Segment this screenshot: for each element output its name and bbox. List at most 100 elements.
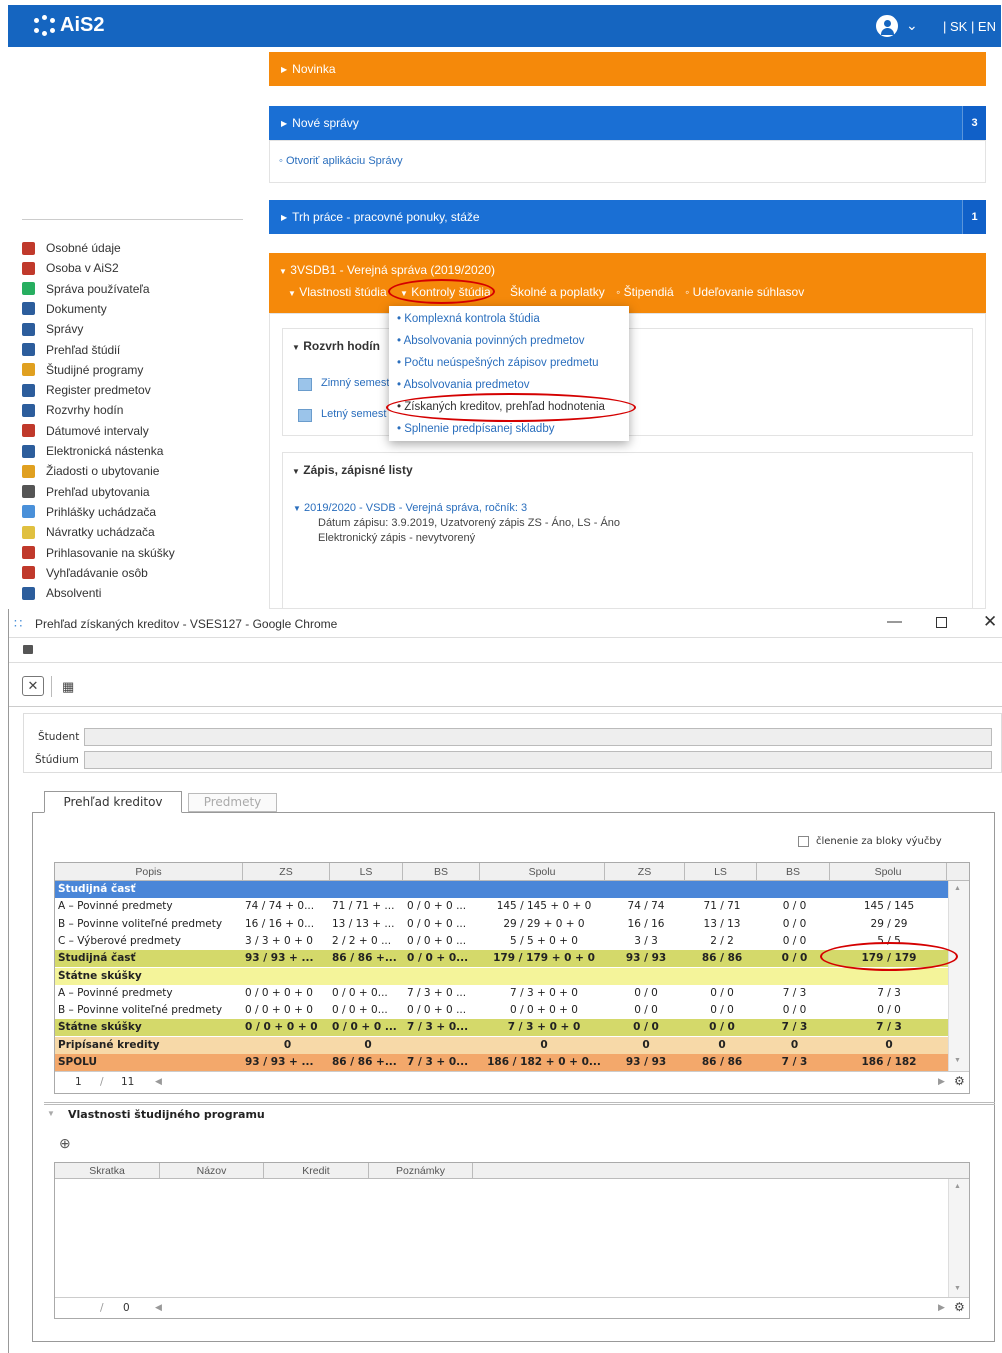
caret-down-icon[interactable]: ▼ [47, 1109, 55, 1118]
minimize-icon[interactable]: — [887, 613, 902, 630]
language-switch[interactable]: | SK | EN [943, 19, 996, 34]
sidebar-item[interactable]: Elektronická nástenka [22, 442, 163, 460]
splitter[interactable] [44, 1102, 995, 1105]
col-header[interactable]: Spolu [830, 863, 947, 881]
col-header[interactable]: ZS [243, 863, 330, 881]
sidebar-item[interactable]: Správy [22, 320, 83, 338]
menu-item-povinnych[interactable]: • Absolvovania povinných predmetov [397, 335, 585, 347]
zapis-item[interactable]: ▼ 2019/2020 - VSDB - Verejná správa, roč… [293, 502, 527, 514]
rozvrh-title[interactable]: ▼ Rozvrh hodín [292, 339, 380, 353]
pager-current[interactable]: 1 [75, 1076, 82, 1088]
table-row[interactable]: Štátne skúšky [55, 967, 948, 985]
table-row[interactable]: B – Povinne voliteľné predmety 0 / 0 + 0 … [55, 1002, 948, 1020]
table-row[interactable]: C – Výberové predmety 3 / 3 + 0 + 0 2 / 2 … [55, 932, 948, 950]
col-header[interactable]: Názov [160, 1163, 264, 1179]
close-window-icon[interactable]: ✕ [983, 612, 997, 632]
sidebar-item-icon [22, 302, 35, 316]
sidebar-item-icon [22, 485, 35, 499]
menu-item-neuspesnych[interactable]: • Počtu neúspešných zápisov predmetu [397, 357, 599, 369]
panel-novinka[interactable]: ▶ Novinka [269, 52, 986, 86]
sidebar-item[interactable]: Správa používateľa [22, 280, 150, 298]
col-header[interactable]: LS [685, 863, 757, 881]
table-cell: 2 / 2 [710, 934, 734, 947]
sidebar-item[interactable]: Návratky uchádzača [22, 523, 155, 541]
sidebar-item[interactable]: Rozvrhy hodín [22, 401, 123, 419]
table-row[interactable]: A – Povinné predmety 0 / 0 + 0 + 0 0 / 0 +… [55, 984, 948, 1002]
gear-icon[interactable]: ⚙ [954, 1074, 965, 1088]
table-settings-icon[interactable]: ▦ [62, 679, 74, 695]
sidebar-item[interactable]: Register predmetov [22, 381, 151, 399]
table-row[interactable]: B – Povinne voliteľné predmety 16 / 16 + … [55, 915, 948, 933]
table-row[interactable]: Štátne skúšky 0 / 0 + 0 + 0 0 / 0 + 0 ... 7… [55, 1019, 948, 1037]
zoom-in-icon[interactable]: ⊕ [59, 1135, 71, 1152]
table-row[interactable]: Pripísané kredity 0 0 0 0 0 0 0 [55, 1036, 948, 1054]
rozvrh-letny-link[interactable]: Letný semest [321, 408, 386, 420]
subnav-stipendia[interactable]: ◦ Štipendiá [616, 285, 674, 299]
sidebar-item[interactable]: Vyhľadávanie osôb [22, 564, 148, 582]
subnav-skolne[interactable]: Školné a poplatky [510, 285, 605, 299]
table-row[interactable]: Študijná časť 93 / 93 + ... 86 / 86 +... 0 … [55, 950, 948, 968]
studium-field[interactable] [84, 751, 992, 769]
study-title[interactable]: ▼ 3VSDB1 - Verejná správa (2019/2020) [279, 263, 495, 277]
chrome-window: ∷ Prehľad získaných kreditov - VSES127 -… [8, 609, 1002, 1353]
tab-prehlad-kreditov[interactable]: Prehľad kreditov [44, 791, 182, 813]
pager-next-icon[interactable]: ▶ [938, 1302, 945, 1313]
sidebar-item[interactable]: Prehľad štúdií [22, 341, 120, 359]
col-header[interactable]: ZS [605, 863, 685, 881]
panel-study: ▼ 3VSDB1 - Verejná správa (2019/2020) ▼ … [269, 253, 986, 313]
scroll-down-icon[interactable]: ▼ [954, 1285, 961, 1292]
props-scrollbar[interactable]: ▲ ▼ [948, 1179, 969, 1297]
table-row[interactable]: SPOLU 93 / 93 + ... 86 / 86 +... 7 / 3 + 0.… [55, 1054, 948, 1071]
close-dialog-button[interactable]: ✕ [22, 676, 44, 696]
col-header[interactable]: BS [403, 863, 480, 881]
panel-nove-spravy[interactable]: ▶ Nové správy 3 [269, 106, 986, 140]
col-header[interactable]: Skratka [55, 1163, 160, 1179]
tab-predmety[interactable]: Predmety [188, 793, 277, 812]
app-logo[interactable]: AiS2 [34, 14, 104, 37]
sidebar-item[interactable]: Žiadosti o ubytovanie [22, 462, 159, 480]
props-title[interactable]: Vlastnosti študijného programu [68, 1108, 265, 1121]
table-row[interactable]: Študijná časť [55, 881, 948, 898]
sidebar-item[interactable]: Študijné programy [22, 361, 143, 379]
subnav-suhlasy[interactable]: ◦ Udeľovanie súhlasov [685, 285, 804, 299]
pager-next-icon[interactable]: ▶ [938, 1076, 945, 1087]
table-cell: 16 / 16 + 0... [245, 917, 315, 930]
pager-prev-icon[interactable]: ◀ [155, 1076, 162, 1087]
sidebar-item[interactable]: Prihlášky uchádzača [22, 503, 156, 521]
gear-icon[interactable]: ⚙ [954, 1300, 965, 1314]
menu-item-skladby[interactable]: • Splnenie predpísanej skladby [397, 423, 554, 435]
scroll-down-icon[interactable]: ▼ [954, 1057, 961, 1064]
sidebar-item[interactable]: Absolventi [22, 584, 101, 602]
col-header[interactable]: Poznámky [369, 1163, 473, 1179]
open-messages-link[interactable]: ◦ Otvoriť aplikáciu Správy [279, 155, 403, 167]
col-header[interactable]: LS [330, 863, 403, 881]
menu-item-label: Splnenie predpísanej skladby [404, 423, 555, 435]
table-cell: 0 / 0 + 0 ... [332, 1021, 397, 1034]
col-header[interactable]: Kredit [264, 1163, 369, 1179]
menu-item-komplexna[interactable]: • Komplexná kontrola štúdia [397, 313, 540, 325]
table-row[interactable]: A – Povinné predmety 74 / 74 + 0... 71 / 7… [55, 898, 948, 916]
subnav-vlastnosti[interactable]: ▼ Vlastnosti štúdia [288, 285, 387, 299]
user-avatar-icon[interactable] [876, 15, 898, 37]
scroll-up-icon[interactable]: ▲ [954, 885, 961, 892]
bloky-checkbox[interactable] [798, 836, 809, 847]
rozvrh-zimny-link[interactable]: Zimný semest [321, 377, 389, 389]
col-header[interactable]: Popis [55, 863, 243, 881]
student-field[interactable] [84, 728, 992, 746]
menu-item-absolvovania[interactable]: • Absolvovania predmetov [397, 379, 530, 391]
panel-trh-prace[interactable]: ▶ Trh práce - pracovné ponuky, stáže 1 [269, 200, 986, 234]
pager-prev-icon[interactable]: ◀ [155, 1302, 162, 1313]
sidebar-item[interactable]: Prihlasovanie na skúšky [22, 544, 175, 562]
table-scrollbar[interactable]: ▲ ▼ [948, 881, 969, 1071]
sidebar-item[interactable]: Osoba v AiS2 [22, 259, 119, 277]
sidebar-item[interactable]: Osobné údaje [22, 239, 121, 257]
col-header[interactable]: BS [757, 863, 830, 881]
sidebar-item[interactable]: Dokumenty [22, 300, 107, 318]
sidebar-item[interactable]: Prehľad ubytovania [22, 483, 150, 501]
chevron-down-icon[interactable]: ⌄ [906, 17, 918, 34]
zapis-title[interactable]: ▼ Zápis, zápisné listy [292, 463, 413, 477]
sidebar-item[interactable]: Dátumové intervaly [22, 422, 149, 440]
scroll-up-icon[interactable]: ▲ [954, 1183, 961, 1190]
col-header[interactable]: Spolu [480, 863, 605, 881]
maximize-icon[interactable] [936, 617, 947, 628]
